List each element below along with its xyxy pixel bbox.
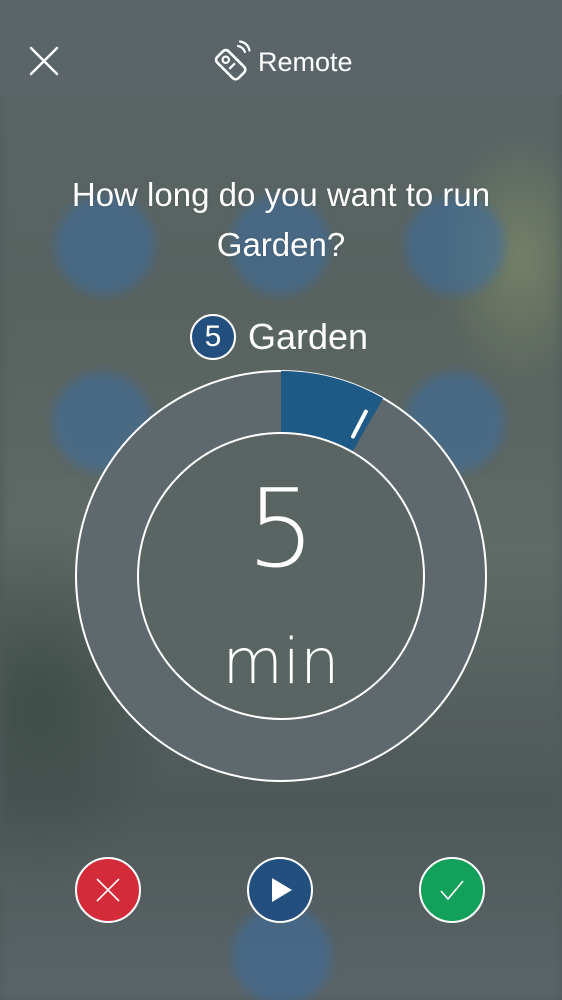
screen: Remote How long do you want to run Garde… bbox=[0, 0, 562, 1000]
question-line-2: Garden? bbox=[216, 226, 346, 263]
duration-unit: min bbox=[222, 625, 340, 698]
cancel-button[interactable] bbox=[75, 857, 141, 923]
close-icon bbox=[29, 46, 59, 76]
duration-value: 5 bbox=[246, 467, 316, 592]
header-title-group: Remote bbox=[208, 40, 353, 84]
zone-label: 5 Garden bbox=[190, 312, 368, 362]
remote-icon bbox=[214, 40, 251, 81]
zone-name: Garden bbox=[248, 316, 369, 357]
header-title: Remote bbox=[258, 46, 353, 77]
run-now-button[interactable] bbox=[247, 857, 313, 923]
header-bar: Remote bbox=[0, 0, 562, 95]
play-icon bbox=[272, 878, 292, 902]
close-icon bbox=[96, 878, 120, 902]
question-line-1: How long do you want to run bbox=[71, 176, 491, 213]
check-icon bbox=[440, 880, 464, 901]
duration-question: How long do you want to run Garden? bbox=[0, 170, 562, 270]
confirm-button[interactable] bbox=[419, 857, 485, 923]
zone-number-badge: 5 bbox=[190, 314, 236, 360]
close-button[interactable] bbox=[22, 42, 62, 82]
